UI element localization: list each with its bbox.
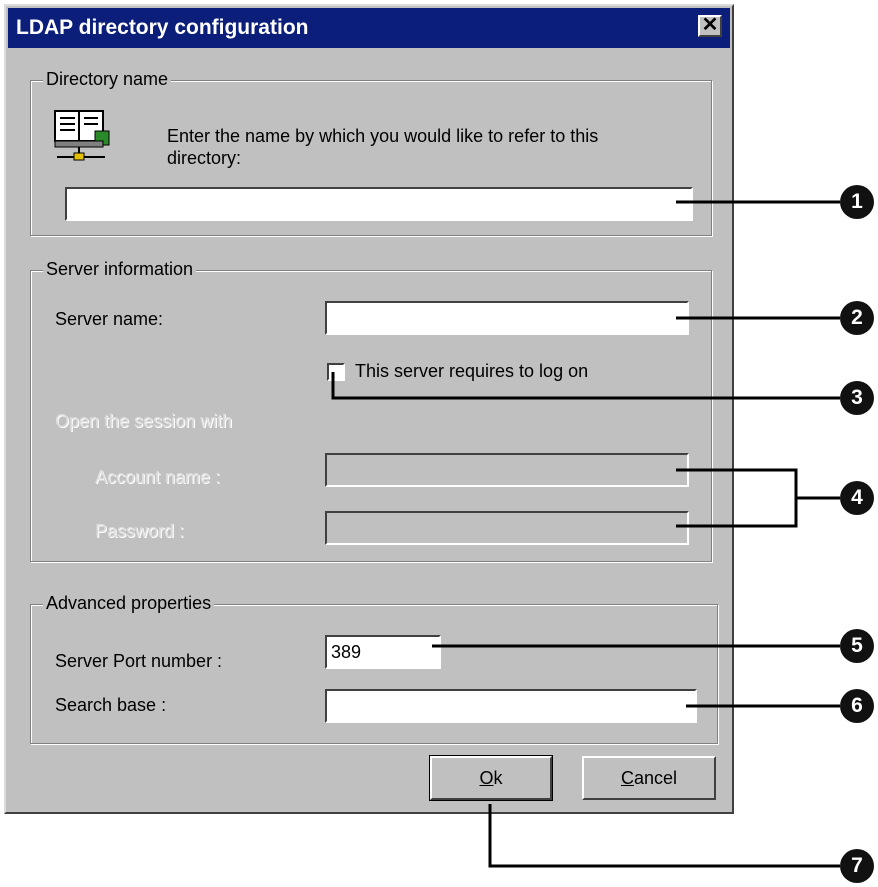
callout-lines (331, 200, 840, 868)
callout-3: 3 (840, 381, 874, 415)
callout-7: 7 (840, 849, 874, 883)
callout-5: 5 (840, 629, 874, 663)
callout-4: 4 (840, 481, 874, 515)
callout-line-4-bracket (676, 468, 798, 528)
callout-6: 6 (840, 689, 874, 723)
callout-line-3 (331, 372, 840, 400)
callout-2: 2 (840, 301, 874, 335)
callout-1: 1 (840, 185, 874, 219)
callout-line-7 (488, 804, 840, 868)
